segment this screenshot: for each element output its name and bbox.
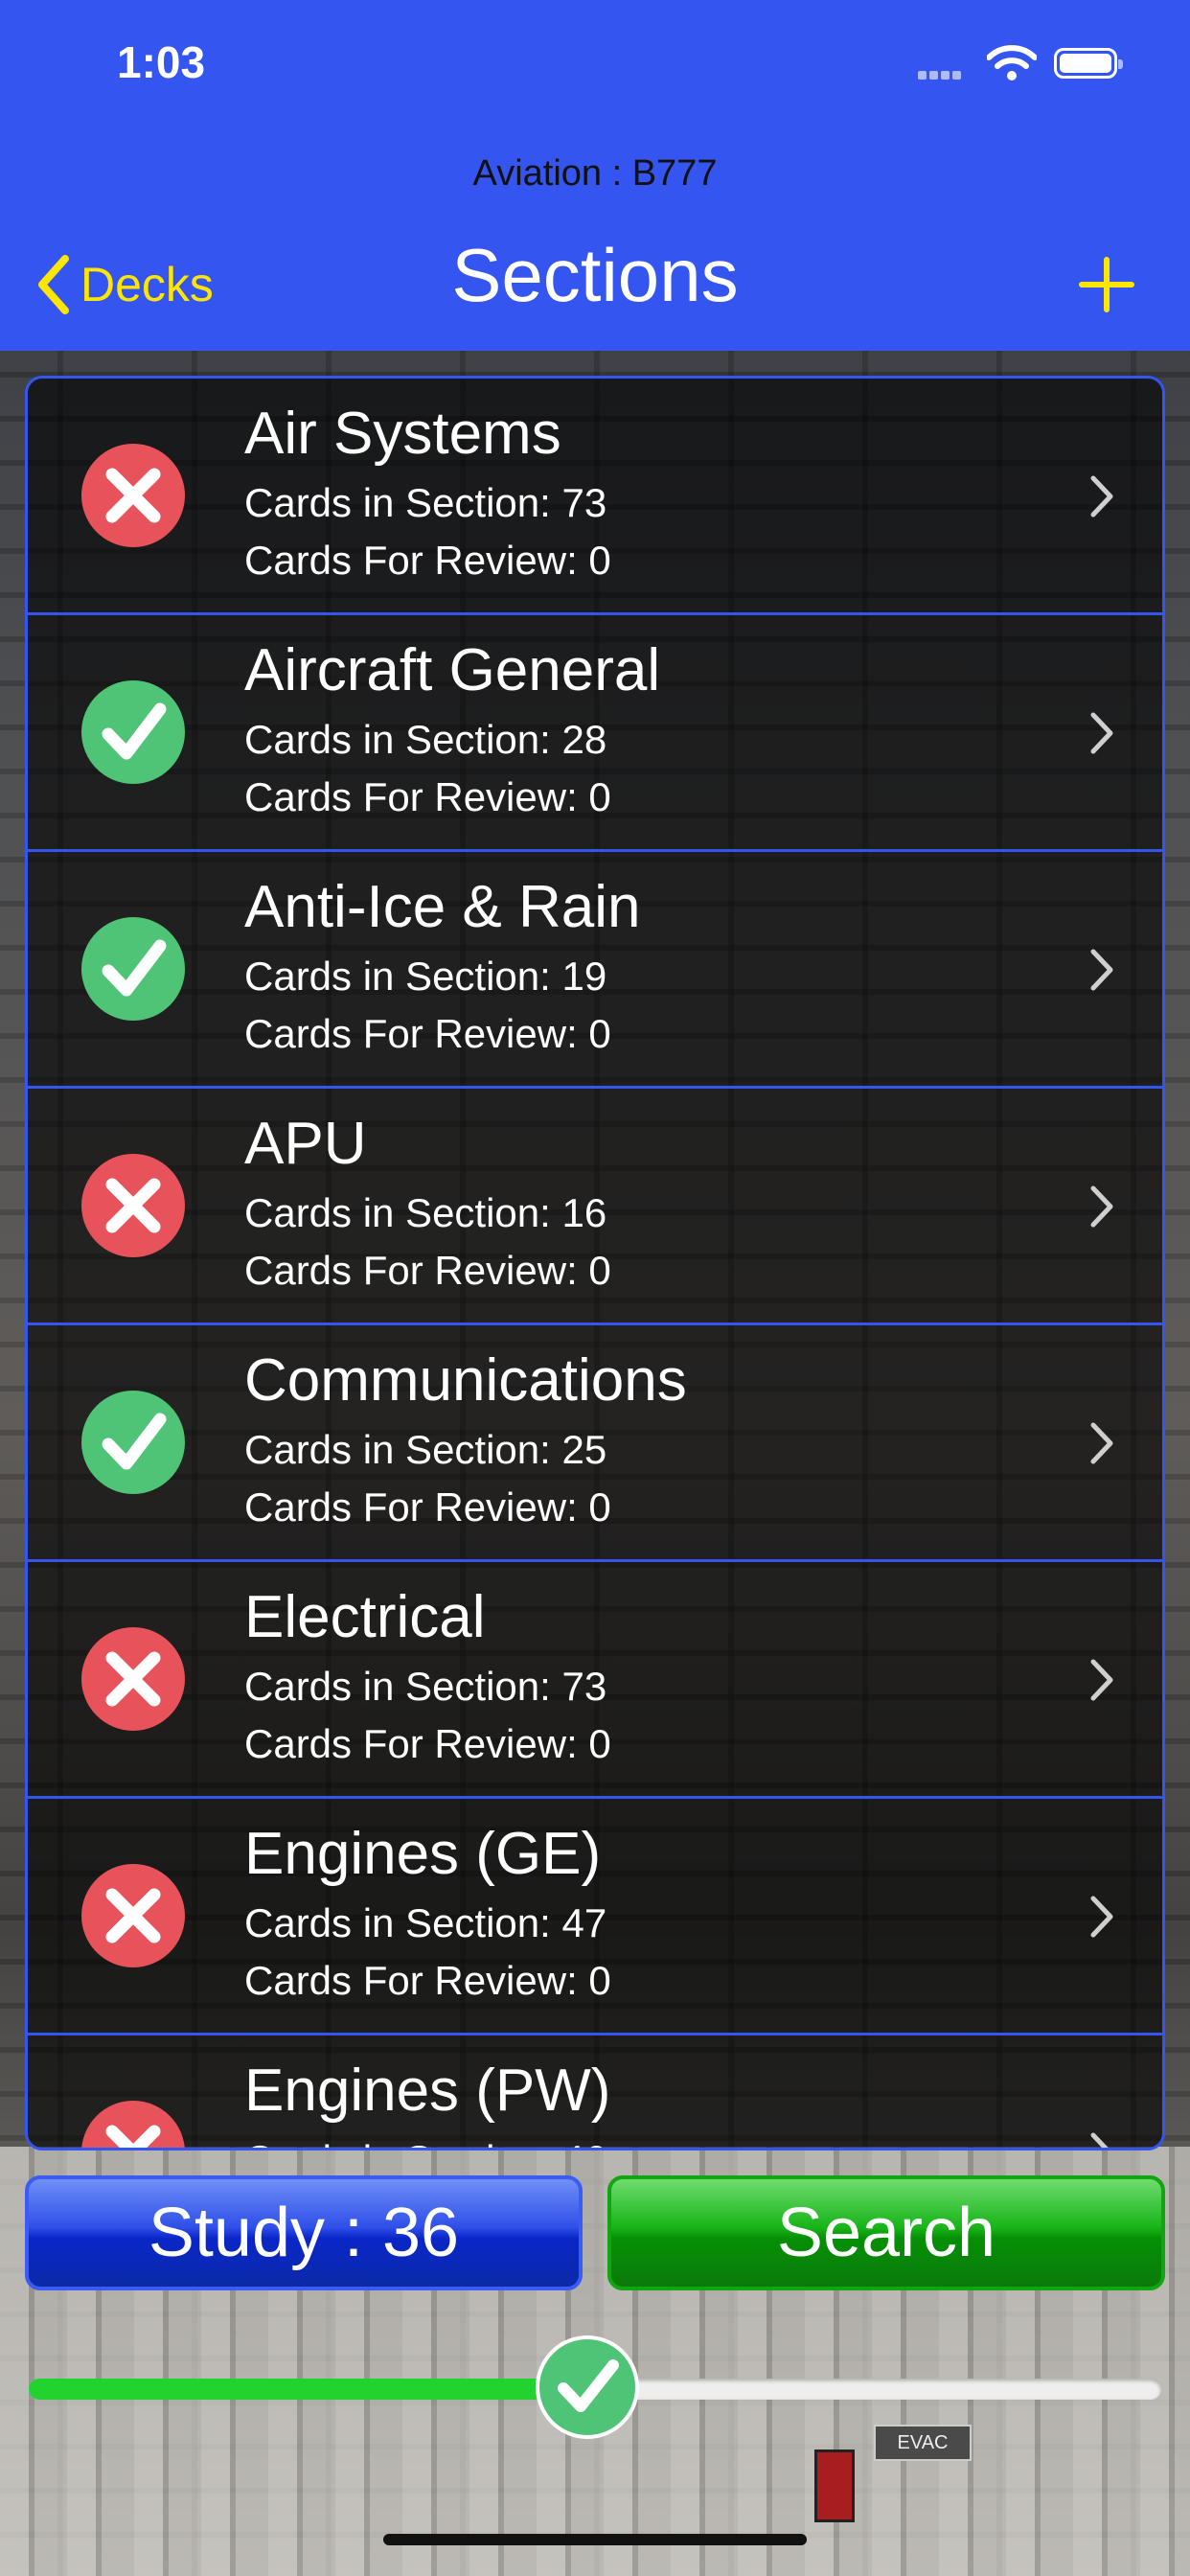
check-icon xyxy=(81,680,185,784)
section-title: Communications xyxy=(244,1347,687,1414)
chevron-right-icon xyxy=(1090,2132,1109,2148)
slider-fill xyxy=(29,2379,618,2400)
search-button[interactable]: Search xyxy=(607,2175,1165,2290)
check-icon xyxy=(81,917,185,1021)
chevron-right-icon xyxy=(1090,1896,1113,1938)
chevron-right-icon xyxy=(1090,1185,1113,1228)
section-row[interactable]: Communications Cards in Section: 25 Cards … xyxy=(28,1325,1162,1562)
wifi-icon xyxy=(987,45,1037,80)
back-button[interactable]: Decks xyxy=(34,253,214,316)
evac-switch xyxy=(814,2450,855,2522)
cards-for-review: Cards For Review: 0 xyxy=(244,1011,611,1056)
section-title: Engines (GE) xyxy=(244,1821,602,1887)
check-icon xyxy=(81,1391,185,1494)
plus-icon[interactable] xyxy=(1077,255,1136,314)
section-row[interactable]: Engines (PW)Cards in Section: 46Cards Fo… xyxy=(28,2036,1162,2148)
section-row[interactable]: Electrical Cards in Section: 73 Cards For … xyxy=(28,1562,1162,1799)
cards-in-section: Cards in Section: 73 xyxy=(244,480,607,525)
chevron-right-icon xyxy=(1090,1659,1113,1701)
section-row[interactable]: Aircraft General Cards in Section: 28 Card… xyxy=(28,615,1162,852)
cards-for-review: Cards For Review: 0 xyxy=(244,1958,611,2003)
evac-label: EVAC xyxy=(874,2425,972,2461)
section-row[interactable]: APU Cards in Section: 16 Cards For Review:… xyxy=(28,1089,1162,1325)
cellular-signal-icon xyxy=(918,67,964,84)
chevron-right-icon xyxy=(1090,1422,1113,1464)
study-button[interactable]: Study : 36 xyxy=(25,2175,583,2290)
chevron-right-icon xyxy=(1090,475,1113,518)
section-row[interactable]: Anti-Ice & Rain Cards in Section: 19 Cards… xyxy=(28,852,1162,1089)
section-title: Air Systems xyxy=(244,401,561,467)
cards-for-review: Cards For Review: 0 xyxy=(244,1721,611,1766)
section-title: Electrical xyxy=(244,1584,486,1650)
cards-in-section: Cards in Section: 19 xyxy=(244,954,607,999)
cards-for-review: Cards For Review: 0 xyxy=(244,538,611,583)
nav-header: 1:03 Aviation : B777 Sections Decks xyxy=(0,0,1190,351)
section-title: Engines (PW) xyxy=(244,2058,611,2124)
cards-in-section: Cards in Section: 25 xyxy=(244,1427,607,1472)
section-title: Aircraft General xyxy=(244,637,661,703)
chevron-right-icon xyxy=(1090,712,1113,754)
chevron-left-icon xyxy=(38,255,69,314)
back-button-label: Decks xyxy=(80,258,214,311)
cards-in-section: Cards in Section: 73 xyxy=(244,1664,607,1709)
chevron-right-icon xyxy=(1090,949,1113,991)
cards-in-section: Cards in Section: 28 xyxy=(244,717,607,762)
deck-subtitle: Aviation : B777 xyxy=(472,153,718,194)
cards-in-section: Cards in Section: 47 xyxy=(244,1900,607,1945)
x-mark-icon xyxy=(81,2101,185,2148)
x-mark-icon xyxy=(81,1864,185,1967)
x-mark-icon xyxy=(81,1154,185,1257)
slider-thumb-check-icon[interactable] xyxy=(535,2334,640,2440)
home-indicator xyxy=(383,2534,807,2545)
status-time: 1:03 xyxy=(117,37,206,87)
section-title: Anti-Ice & Rain xyxy=(244,874,641,940)
battery-icon xyxy=(1054,48,1123,79)
section-row[interactable]: Engines (GE) Cards in Section: 47 Cards Fo… xyxy=(28,1799,1162,2036)
cards-in-section: Cards in Section: 46 xyxy=(244,2137,606,2148)
x-mark-icon xyxy=(81,444,185,547)
section-title: APU xyxy=(244,1111,367,1177)
section-row[interactable]: Air Systems Cards in Section: 73 Cards For… xyxy=(28,379,1162,615)
cards-for-review: Cards For Review: 0 xyxy=(244,774,611,819)
cards-for-review: Cards For Review: 0 xyxy=(244,1248,611,1293)
cards-for-review: Cards For Review: 0 xyxy=(244,1484,611,1530)
cards-in-section: Cards in Section: 16 xyxy=(244,1190,607,1235)
x-mark-icon xyxy=(81,1627,185,1731)
sections-list[interactable]: Air Systems Cards in Section: 73 Cards For… xyxy=(25,376,1165,2150)
